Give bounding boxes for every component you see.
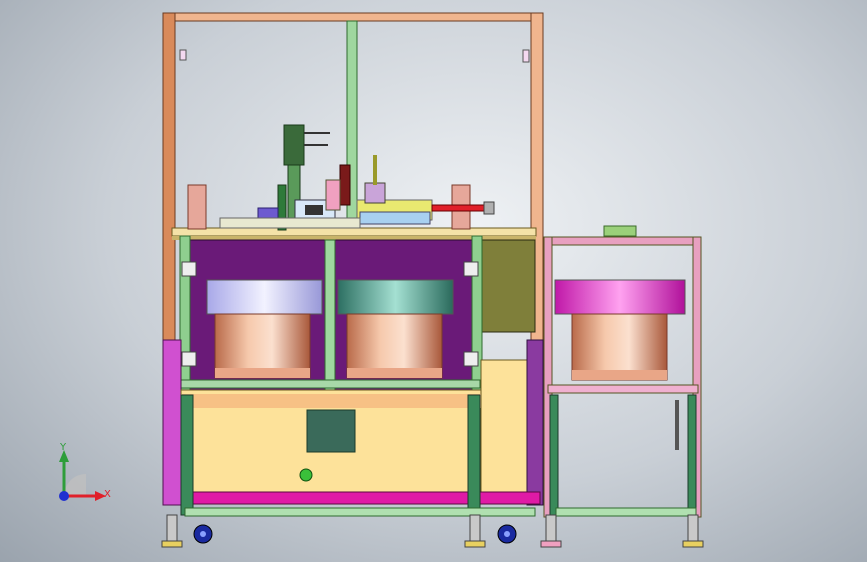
coordinate-triad: Y X <box>59 442 111 501</box>
tooling-mechanism <box>187 124 495 231</box>
feet-and-casters <box>161 514 704 548</box>
feeder-bowl-left <box>206 279 323 379</box>
z-axis-dot <box>59 491 69 501</box>
side-feeder-station <box>543 225 702 518</box>
machine-assembly-drawing: Y X <box>59 12 704 548</box>
x-axis-label: X <box>104 489 111 500</box>
y-axis-label: Y <box>59 442 67 453</box>
feeder-bowl-center <box>337 279 454 379</box>
